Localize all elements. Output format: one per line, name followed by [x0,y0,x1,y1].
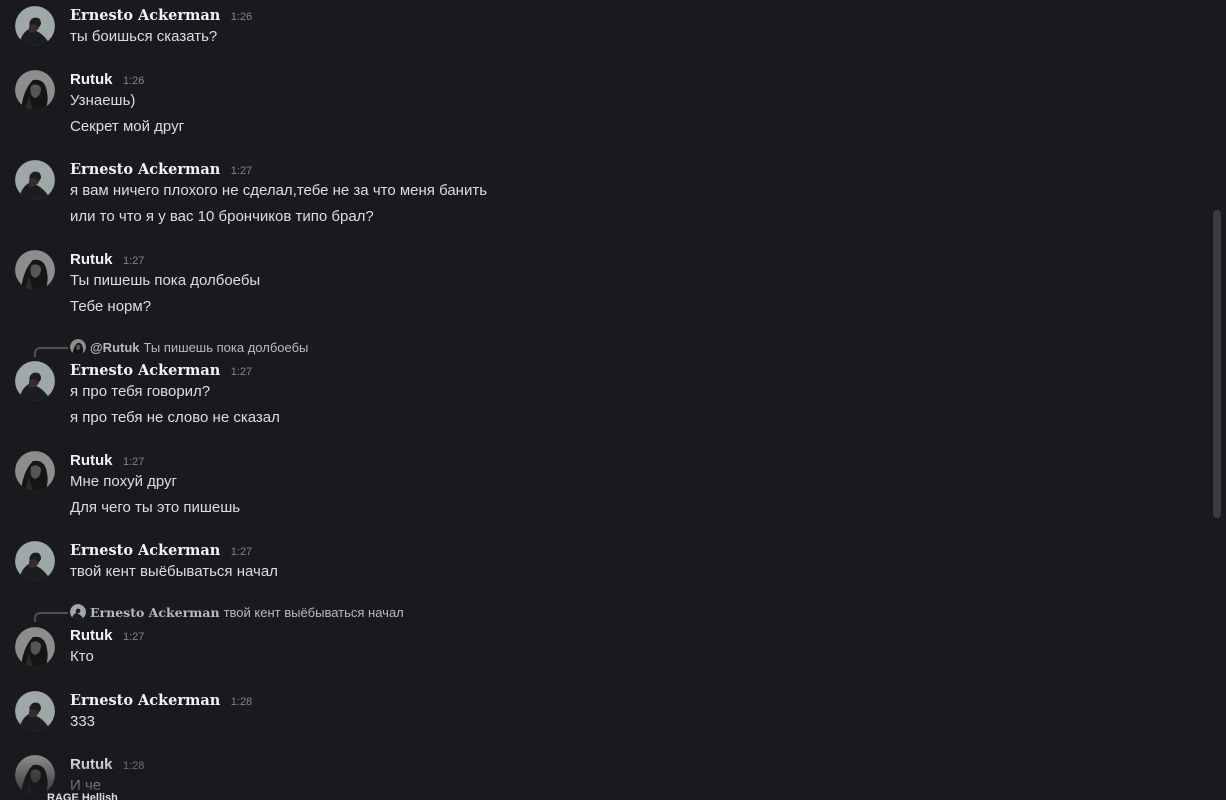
author-name[interactable]: Rutuk [70,756,113,773]
reply-connector [34,612,68,622]
message-group: Ernesto Ackerman твой кент выёбываться на… [0,604,1190,670]
author-name[interactable]: Rutuk [70,452,113,469]
timestamp: 1:27 [122,456,145,468]
avatar-rutuk-icon[interactable] [15,70,55,110]
message-text: я вам ничего плохого не сделал,тебе не з… [70,182,488,199]
author-name[interactable]: Ernesto Ackerman [70,7,220,24]
avatar-ernesto-icon[interactable] [15,6,55,46]
avatar-ernesto-icon[interactable] [15,361,55,401]
author-name[interactable]: Rutuk [70,251,113,268]
timestamp: 1:26 [230,11,253,23]
message-group: Ernesto Ackerman 1:27 я вам ничего плохо… [0,160,1190,230]
author-name[interactable]: Ernesto Ackerman [70,542,220,559]
scrollbar-thumb[interactable] [1213,210,1221,518]
timestamp: 1:27 [230,165,253,177]
message-group: Rutuk 1:27 Мне похуй друг Для чего ты эт… [0,451,1190,521]
avatar-rutuk-icon[interactable] [15,451,55,491]
timestamp: 1:26 [122,75,145,87]
message-text: я про тебя говорил? [70,383,211,400]
message-text: Секрет мой друг [70,118,185,135]
reply-preview[interactable]: Ernesto Ackerman твой кент выёбываться на… [70,604,404,620]
reply-text: Ты пишешь пока долбоебы [143,340,309,355]
reply-connector [34,347,68,357]
message-text: ты боишься сказать? [70,28,218,45]
chat-messages: Ernesto Ackerman 1:26 ты боишься сказать… [0,0,1210,800]
timestamp: 1:27 [230,546,253,558]
reply-author[interactable]: @Rutuk [90,340,140,355]
avatar-rutuk-icon[interactable] [15,250,55,290]
message-text: Мне похуй друг [70,473,178,490]
avatar-ernesto-icon[interactable] [15,691,55,731]
message-text: или то что я у вас 10 брончиков типо бра… [70,208,374,225]
avatar-rutuk-icon [70,339,86,355]
message-group: Ernesto Ackerman 1:27 твой кент выёбыват… [0,541,1190,591]
typing-indicator: RAGE Hellish [47,792,118,800]
message-text: Ты пишешь пока долбоебы [70,272,261,289]
timestamp: 1:27 [230,366,253,378]
message-text: Для чего ты это пишешь [70,499,241,516]
author-name[interactable]: Rutuk [70,71,113,88]
message-text: Тебе норм? [70,298,152,315]
author-name[interactable]: Ernesto Ackerman [70,362,220,379]
author-name[interactable]: Ernesto Ackerman [70,692,220,709]
avatar-ernesto-icon[interactable] [15,541,55,581]
message-group: Rutuk 1:26 Узнаешь) Секрет мой друг [0,70,1190,140]
author-name[interactable]: Rutuk [70,627,113,644]
message-text: я про тебя не слово не сказал [70,409,280,426]
message-group: @Rutuk Ты пишешь пока долбоебы Ernesto Ac… [0,339,1190,431]
message-text: Узнаешь) [70,92,136,109]
message-group: Ernesto Ackerman 1:26 ты боишься сказать… [0,6,1190,56]
message-group: Ernesto Ackerman 1:28 333 [0,691,1190,741]
timestamp: 1:27 [122,631,145,643]
reply-text: твой кент выёбываться начал [223,605,404,620]
message-text: твой кент выёбываться начал [70,563,278,580]
message-group: Rutuk 1:27 Ты пишешь пока долбоебы Тебе … [0,250,1190,320]
reply-preview[interactable]: @Rutuk Ты пишешь пока долбоебы [70,339,308,355]
message-group: Rutuk 1:28 И че [0,755,1190,800]
timestamp: 1:28 [122,760,145,772]
avatar-ernesto-icon[interactable] [15,160,55,200]
avatar-rutuk-icon[interactable] [15,627,55,667]
timestamp: 1:28 [230,696,253,708]
scrollbar-track[interactable] [1210,0,1226,800]
avatar-ernesto-icon [70,604,86,620]
avatar-rutuk-icon[interactable] [15,755,55,795]
message-text: Кто [70,648,94,665]
author-name[interactable]: Ernesto Ackerman [70,161,220,178]
timestamp: 1:27 [122,255,145,267]
message-text: 333 [70,713,96,730]
reply-author[interactable]: Ernesto Ackerman [90,605,220,620]
